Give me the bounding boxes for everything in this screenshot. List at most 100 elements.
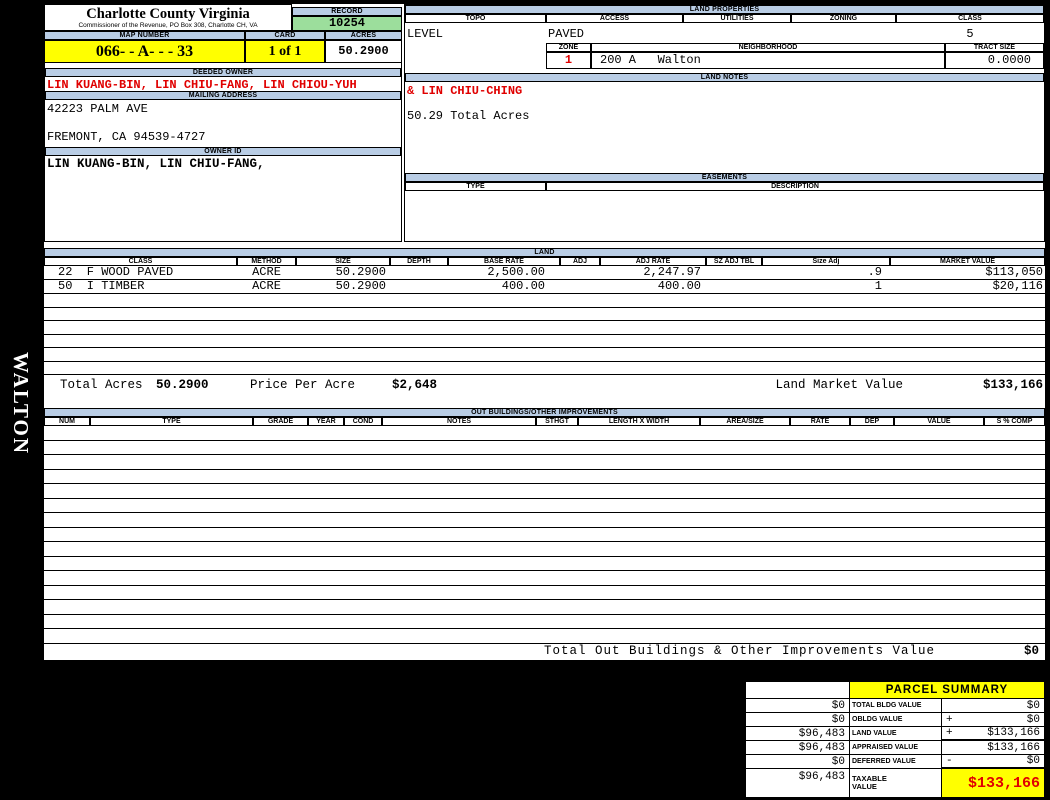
- parcel-summary: PARCEL SUMMARY $0 TOTAL BLDG VALUE $0 $0…: [745, 681, 1045, 799]
- ob-empty-row: [44, 528, 1045, 542]
- summary-row-value: $0: [1026, 713, 1040, 726]
- card-label: CARD: [245, 31, 325, 40]
- ob-empty-row: [44, 441, 1045, 455]
- land-col-header: CLASS: [44, 257, 237, 266]
- ob-empty-row: [44, 470, 1045, 484]
- map-number-label: MAP NUMBER: [44, 31, 245, 40]
- out-buildings-section: OUT BUILDINGS/OTHER IMPROVEMENTS NUM TYP…: [44, 408, 1045, 660]
- ob-col-header: COND: [344, 417, 382, 426]
- ob-empty-row: [44, 455, 1045, 470]
- owner-id-label: OWNER ID: [45, 147, 401, 156]
- land-col-header: SIZE: [296, 257, 390, 266]
- land-row: 22 F WOOD PAVED ACRE 50.2900 2,500.00 2,…: [44, 266, 1045, 280]
- land-section: LAND CLASS METHOD SIZE DEPTH BASE RATE A…: [44, 248, 1045, 395]
- land-col-header: Size Adj: [762, 257, 890, 266]
- acres-value: 50.2900: [325, 40, 402, 63]
- neighborhood-value: 200 A Walton: [591, 52, 945, 69]
- summary-row-value-cell: $133,166: [942, 741, 1044, 755]
- total-acres-value: 50.2900: [156, 378, 209, 392]
- land-col-header: SZ ADJ TBL: [706, 257, 762, 266]
- easement-type-label: TYPE: [405, 182, 546, 191]
- utilities-label: UTILITIES: [683, 14, 791, 23]
- land-cell: ACRE: [252, 266, 281, 279]
- land-cell: 1: [874, 280, 882, 293]
- ob-col-header: AREA/SIZE: [700, 417, 790, 426]
- land-row: 50 I TIMBER ACRE 50.2900 400.00 400.00 1…: [44, 280, 1045, 294]
- easements-label: EASEMENTS: [405, 173, 1044, 182]
- mailing-address-line1: 42223 PALM AVE: [47, 102, 148, 116]
- price-per-acre-label: Price Per Acre: [250, 378, 356, 392]
- land-cell: [706, 280, 762, 293]
- summary-row-label: APPRAISED VALUE: [850, 741, 942, 755]
- class-value: 5: [966, 27, 974, 41]
- summary-row-label: TOTAL BLDG VALUE: [850, 699, 942, 713]
- zoning-label: ZONING: [791, 14, 896, 23]
- taxable-value-label: TAXABLE VALUE: [852, 774, 887, 791]
- land-cell: $20,116: [992, 280, 1043, 293]
- land-cell: 50 I TIMBER: [58, 280, 145, 293]
- land-cell: 400.00: [501, 280, 545, 293]
- land-cell: [390, 266, 448, 279]
- taxable-value: $133,166: [967, 774, 1040, 792]
- taxable-value-cell: $133,166: [942, 769, 1044, 798]
- district-vertical-label: WALTON: [9, 352, 33, 456]
- ob-col-header: S % COMP: [984, 417, 1045, 426]
- ob-col-header: NOTES: [382, 417, 536, 426]
- land-col-header: ADJ RATE: [600, 257, 706, 266]
- land-cell: 50.2900: [335, 266, 386, 279]
- land-empty-row: [44, 308, 1045, 321]
- summary-row-value: $133,166: [987, 727, 1040, 739]
- summary-left-value: $0: [746, 755, 850, 769]
- land-col-header: DEPTH: [390, 257, 448, 266]
- summary-row-label: DEFERRED VALUE: [850, 755, 942, 769]
- summary-header-spacer: [746, 682, 850, 699]
- land-cell: 22 F WOOD PAVED: [58, 266, 174, 279]
- land-empty-row: [44, 321, 1045, 335]
- land-market-value: $133,166: [982, 378, 1043, 392]
- ob-col-header: STHGT: [536, 417, 578, 426]
- summary-operator: +: [946, 713, 953, 726]
- ob-empty-row: [44, 542, 1045, 557]
- summary-row: $96,483 APPRAISED VALUE $133,166: [746, 741, 1044, 755]
- summary-row-value: $0: [1026, 699, 1040, 712]
- ob-empty-row: [44, 426, 1045, 441]
- summary-row-value-cell: + $0: [942, 713, 1044, 727]
- tract-size-label: TRACT SIZE: [945, 43, 1044, 52]
- summary-taxable-row: $96,483 TAXABLE VALUE $133,166: [746, 769, 1044, 798]
- topo-value: LEVEL: [407, 27, 444, 41]
- zone-label: ZONE: [546, 43, 591, 52]
- summary-row: $0 TOTAL BLDG VALUE $0: [746, 699, 1044, 713]
- map-number-value: 066- - A- - - 33: [44, 40, 245, 63]
- land-cell: 50.2900: [335, 280, 386, 293]
- land-section-label: LAND: [44, 248, 1045, 257]
- out-buildings-total-label: Total Out Buildings & Other Improvements…: [544, 643, 936, 658]
- land-col-header: BASE RATE: [448, 257, 560, 266]
- ob-col-header: RATE: [790, 417, 850, 426]
- land-cell: 400.00: [657, 280, 701, 293]
- summary-row-value-cell: - $0: [942, 755, 1044, 769]
- zone-value: 1: [546, 52, 591, 69]
- summary-operator: -: [946, 755, 953, 767]
- ob-empty-row: [44, 499, 1045, 513]
- county-title: Charlotte County Virginia: [86, 6, 250, 22]
- ob-col-header: NUM: [44, 417, 90, 426]
- record-value: 10254: [292, 16, 402, 31]
- summary-left-value: $0: [746, 699, 850, 713]
- summary-row: $0 DEFERRED VALUE - $0: [746, 755, 1044, 769]
- land-empty-row: [44, 362, 1045, 375]
- ob-col-header: LENGTH X WIDTH: [578, 417, 700, 426]
- out-buildings-total-value: $0: [1023, 643, 1039, 658]
- summary-row-label: TAXABLE VALUE: [850, 769, 942, 798]
- county-header-box: Charlotte County Virginia Commissioner o…: [44, 4, 292, 31]
- land-column-headers: CLASS METHOD SIZE DEPTH BASE RATE ADJ AD…: [44, 257, 1045, 266]
- ob-col-header: VALUE: [894, 417, 984, 426]
- price-per-acre-value: $2,648: [392, 378, 438, 392]
- land-empty-row: [44, 335, 1045, 348]
- ob-empty-row: [44, 557, 1045, 571]
- mailing-address-label: MAILING ADDRESS: [45, 91, 401, 100]
- summary-header-row: PARCEL SUMMARY: [746, 682, 1044, 699]
- land-cell: [706, 266, 762, 279]
- ob-col-header: GRADE: [253, 417, 308, 426]
- out-buildings-label: OUT BUILDINGS/OTHER IMPROVEMENTS: [44, 408, 1045, 417]
- class-label: CLASS: [896, 14, 1044, 23]
